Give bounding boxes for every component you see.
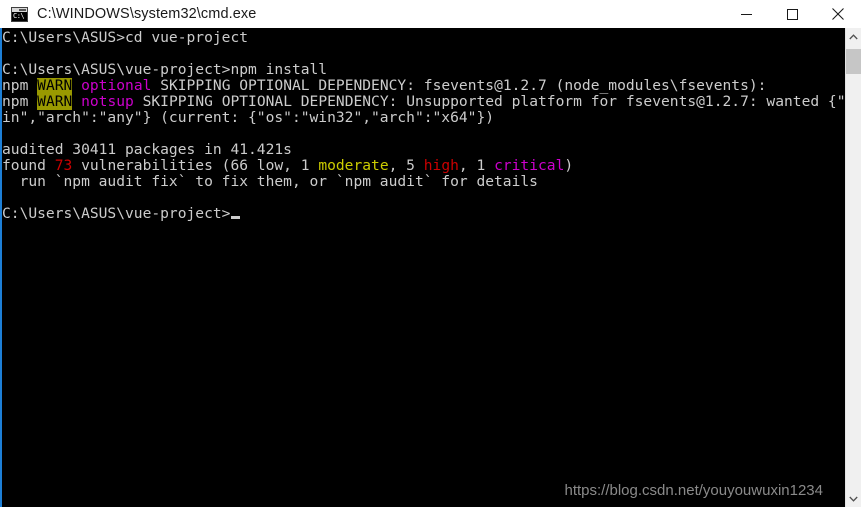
vertical-scrollbar[interactable]: [845, 28, 861, 507]
line-prompt: C:\Users\ASUS\vue-project>: [2, 206, 845, 222]
terminal-text-run: , 5: [388, 158, 424, 174]
watermark-text: https://blog.csdn.net/youyouwuxin1234: [564, 482, 823, 499]
console-area: C:\Users\ASUS>cd vue-project C:\Users\ASU…: [0, 28, 861, 507]
title-bar[interactable]: C:\ C:\WINDOWS\system32\cmd.exe: [0, 0, 861, 28]
close-button[interactable]: [815, 0, 861, 28]
terminal-text-run: 73: [54, 158, 73, 174]
terminal-text-run: moderate: [318, 158, 389, 174]
cmd-icon: C:\: [11, 6, 28, 22]
window-controls: [723, 0, 861, 28]
terminal-text-run: critical: [494, 158, 565, 174]
scrollbar-track[interactable]: [846, 45, 861, 490]
line-warn-notsup: npm WARN notsup SKIPPING OPTIONAL DEPEND…: [2, 94, 845, 110]
scroll-up-arrow-icon[interactable]: [846, 28, 861, 45]
terminal-text-run: C:\Users\ASUS\vue-project>: [2, 206, 231, 222]
terminal-text-run: WARN: [37, 78, 73, 94]
maximize-button[interactable]: [769, 0, 815, 28]
terminal-text-run: audited 30411 packages in 41.421s: [2, 142, 292, 158]
terminal-text-run: high: [423, 158, 459, 174]
terminal-cursor: [231, 216, 241, 219]
line-cd: C:\Users\ASUS>cd vue-project: [2, 30, 845, 46]
terminal-text-run: SKIPPING OPTIONAL DEPENDENCY: Unsupporte…: [142, 94, 845, 110]
terminal-text-run: [72, 94, 81, 110]
window-title: C:\WINDOWS\system32\cmd.exe: [37, 6, 257, 22]
cmd-window: C:\ C:\WINDOWS\system32\cmd.exe C:\Users…: [0, 0, 861, 507]
terminal-text-run: in","arch":"any"} (current: {"os":"win32…: [2, 110, 495, 126]
terminal-text-run: vulnerabilities (66 low, 1: [72, 158, 319, 174]
scroll-down-arrow-icon[interactable]: [846, 490, 861, 507]
terminal-text-run: , 1: [458, 158, 495, 174]
line-audited: audited 30411 packages in 41.421s: [2, 142, 845, 158]
line-warn-optional: npm WARN optional SKIPPING OPTIONAL DEPE…: [2, 78, 845, 94]
title-bar-left: C:\ C:\WINDOWS\system32\cmd.exe: [0, 6, 723, 22]
terminal-output[interactable]: C:\Users\ASUS>cd vue-project C:\Users\ASU…: [2, 28, 845, 507]
terminal-text-run: npm: [2, 94, 38, 110]
scrollbar-thumb[interactable]: [846, 49, 861, 74]
terminal-text-run: notsup: [81, 94, 134, 110]
line-blank-2: [2, 126, 845, 142]
line-blank-3: [2, 190, 845, 206]
terminal-lines: C:\Users\ASUS>cd vue-project C:\Users\ASU…: [2, 30, 845, 222]
terminal-text-run: run `npm audit fix` to fix them, or `npm…: [2, 174, 538, 190]
minimize-button[interactable]: [723, 0, 769, 28]
terminal-text-run: WARN: [37, 94, 73, 110]
line-blank-1: [2, 46, 845, 62]
terminal-text-run: [72, 78, 81, 94]
terminal-text-run: C:\Users\ASUS>cd vue-project: [2, 30, 249, 46]
line-npm-install: C:\Users\ASUS\vue-project>npm install: [2, 62, 845, 78]
cmd-icon-prompt-glyph: C:\: [13, 11, 25, 20]
line-found-vulns: found 73 vulnerabilities (66 low, 1 mode…: [2, 158, 845, 174]
line-warn-wrap: in","arch":"any"} (current: {"os":"win32…: [2, 110, 845, 126]
terminal-text-run: SKIPPING OPTIONAL DEPENDENCY: fsevents@1…: [151, 78, 767, 94]
terminal-text-run: optional: [81, 78, 152, 94]
terminal-text-run: C:\Users\ASUS\vue-project>npm install: [2, 62, 328, 78]
terminal-text-run: npm: [2, 78, 38, 94]
terminal-text-run: ): [564, 158, 574, 174]
terminal-text-run: found: [2, 158, 55, 174]
line-run-audit-fix: run `npm audit fix` to fix them, or `npm…: [2, 174, 845, 190]
